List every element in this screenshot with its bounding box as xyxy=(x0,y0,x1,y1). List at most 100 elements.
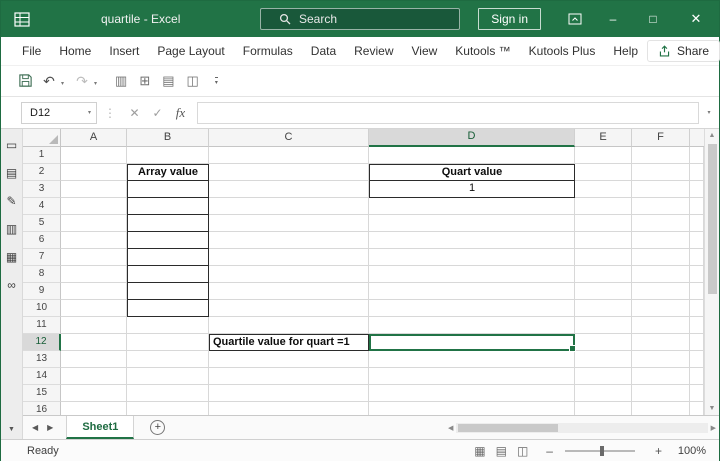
cell-C12[interactable]: Quartile value for quart =1 xyxy=(209,334,369,351)
zoom-slider[interactable] xyxy=(564,446,635,456)
enter-entry-button[interactable]: ✓ xyxy=(146,106,169,120)
cell-A7[interactable] xyxy=(61,249,127,266)
cell-E4[interactable] xyxy=(575,198,632,215)
cell-B10[interactable] xyxy=(127,300,209,317)
cell-A5[interactable] xyxy=(61,215,127,232)
cell-B12[interactable] xyxy=(127,334,209,351)
menu-tab-data[interactable]: Data xyxy=(302,37,345,65)
cell-E6[interactable] xyxy=(575,232,632,249)
menu-tab-help[interactable]: Help xyxy=(604,37,647,65)
name-box[interactable]: D12 ▾ xyxy=(21,101,97,124)
cell-F7[interactable] xyxy=(632,249,690,266)
cell-C5[interactable] xyxy=(209,215,369,232)
cell-E1[interactable] xyxy=(575,147,632,164)
cell-C1[interactable] xyxy=(209,147,369,164)
cell-B15[interactable] xyxy=(127,385,209,402)
close-button[interactable]: ✕ xyxy=(673,1,719,37)
print-pane-icon[interactable]: ▥ xyxy=(6,223,17,235)
insert-function-button[interactable]: fx xyxy=(169,105,192,121)
cell-D13[interactable] xyxy=(369,351,575,368)
minimize-button[interactable]: – xyxy=(593,1,633,37)
horizontal-scroll-track[interactable] xyxy=(456,422,708,433)
column-header-D[interactable]: D xyxy=(369,129,575,147)
expand-formula-bar-icon[interactable]: ▾ xyxy=(699,109,719,116)
cell-B3[interactable] xyxy=(127,181,209,198)
menu-tab-formulas[interactable]: Formulas xyxy=(234,37,302,65)
row-header-1[interactable]: 1 xyxy=(23,147,61,164)
cell-D16[interactable] xyxy=(369,402,575,415)
find-pane-icon[interactable]: ∞ xyxy=(7,279,16,291)
vertical-scrollbar[interactable]: ▲ ▼ xyxy=(704,129,719,415)
menu-tab-page-layout[interactable]: Page Layout xyxy=(148,37,233,65)
cell-A11[interactable] xyxy=(61,317,127,334)
row-header-6[interactable]: 6 xyxy=(23,232,61,249)
cell-E14[interactable] xyxy=(575,368,632,385)
cell-C16[interactable] xyxy=(209,402,369,415)
cell-F16[interactable] xyxy=(632,402,690,415)
row-header-10[interactable]: 10 xyxy=(23,300,61,317)
cell-E11[interactable] xyxy=(575,317,632,334)
customize-quick-access-button[interactable]: ▾ xyxy=(214,76,218,86)
edit-pane-icon[interactable]: ✎ xyxy=(6,195,16,207)
cell-F10[interactable] xyxy=(632,300,690,317)
cell-A10[interactable] xyxy=(61,300,127,317)
cell-C10[interactable] xyxy=(209,300,369,317)
cell-F15[interactable] xyxy=(632,385,690,402)
pane-toggle-icon[interactable]: ▭ xyxy=(6,139,17,151)
cell-A2[interactable] xyxy=(61,164,127,181)
redo-button[interactable]: ↷ xyxy=(72,74,92,88)
cell-F3[interactable] xyxy=(632,181,690,198)
page-break-view-button[interactable]: ◫ xyxy=(517,444,528,458)
cell-A3[interactable] xyxy=(61,181,127,198)
select-all-button[interactable] xyxy=(23,129,61,147)
cell-F4[interactable] xyxy=(632,198,690,215)
cell-F14[interactable] xyxy=(632,368,690,385)
cell-B2[interactable]: Array value xyxy=(127,164,209,181)
cell-C3[interactable] xyxy=(209,181,369,198)
row-header-3[interactable]: 3 xyxy=(23,181,61,198)
column-header-B[interactable]: B xyxy=(127,129,209,147)
cell-E2[interactable] xyxy=(575,164,632,181)
row-header-16[interactable]: 16 xyxy=(23,402,61,415)
cell-C6[interactable] xyxy=(209,232,369,249)
cell-B11[interactable] xyxy=(127,317,209,334)
normal-view-button[interactable]: ▦ xyxy=(474,444,485,458)
cell-D2[interactable]: Quart value xyxy=(369,164,575,181)
undo-dropdown-icon[interactable]: ▾ xyxy=(61,80,64,87)
column-header-A[interactable]: A xyxy=(61,129,127,147)
cell-B1[interactable] xyxy=(127,147,209,164)
zoom-slider-thumb[interactable] xyxy=(599,446,604,456)
menu-tab-review[interactable]: Review xyxy=(345,37,402,65)
row-header-13[interactable]: 13 xyxy=(23,351,61,368)
menu-tab-file[interactable]: File xyxy=(13,37,50,65)
row-header-15[interactable]: 15 xyxy=(23,385,61,402)
cell-E15[interactable] xyxy=(575,385,632,402)
vertical-scroll-thumb[interactable] xyxy=(707,144,717,294)
zoom-level[interactable]: 100% xyxy=(672,445,706,457)
sheet-nav-right-icon[interactable]: ▶ xyxy=(47,423,53,432)
workbook-pane-icon[interactable]: ▤ xyxy=(6,167,17,179)
cell-C4[interactable] xyxy=(209,198,369,215)
undo-button[interactable]: ↶ xyxy=(39,74,59,88)
cell-B16[interactable] xyxy=(127,402,209,415)
cell-A12[interactable] xyxy=(61,334,127,351)
column-header-F[interactable]: F xyxy=(632,129,690,147)
row-header-14[interactable]: 14 xyxy=(23,368,61,385)
share-button[interactable]: Share xyxy=(647,40,720,62)
cell-B5[interactable] xyxy=(127,215,209,232)
menu-tab-kutools-plus[interactable]: Kutools Plus xyxy=(520,37,605,65)
cell-A1[interactable] xyxy=(61,147,127,164)
cell-A8[interactable] xyxy=(61,266,127,283)
cell-B8[interactable] xyxy=(127,266,209,283)
cell-D10[interactable] xyxy=(369,300,575,317)
custom-command-icon-3[interactable]: ▤ xyxy=(162,73,174,89)
cell-C2[interactable] xyxy=(209,164,369,181)
cell-E8[interactable] xyxy=(575,266,632,283)
cell-F2[interactable] xyxy=(632,164,690,181)
scroll-left-icon[interactable]: ◀ xyxy=(448,424,453,432)
cell-B14[interactable] xyxy=(127,368,209,385)
columns-pane-icon[interactable]: ▦ xyxy=(6,251,17,263)
row-header-4[interactable]: 4 xyxy=(23,198,61,215)
cell-A9[interactable] xyxy=(61,283,127,300)
page-layout-view-button[interactable]: ▤ xyxy=(496,444,507,458)
